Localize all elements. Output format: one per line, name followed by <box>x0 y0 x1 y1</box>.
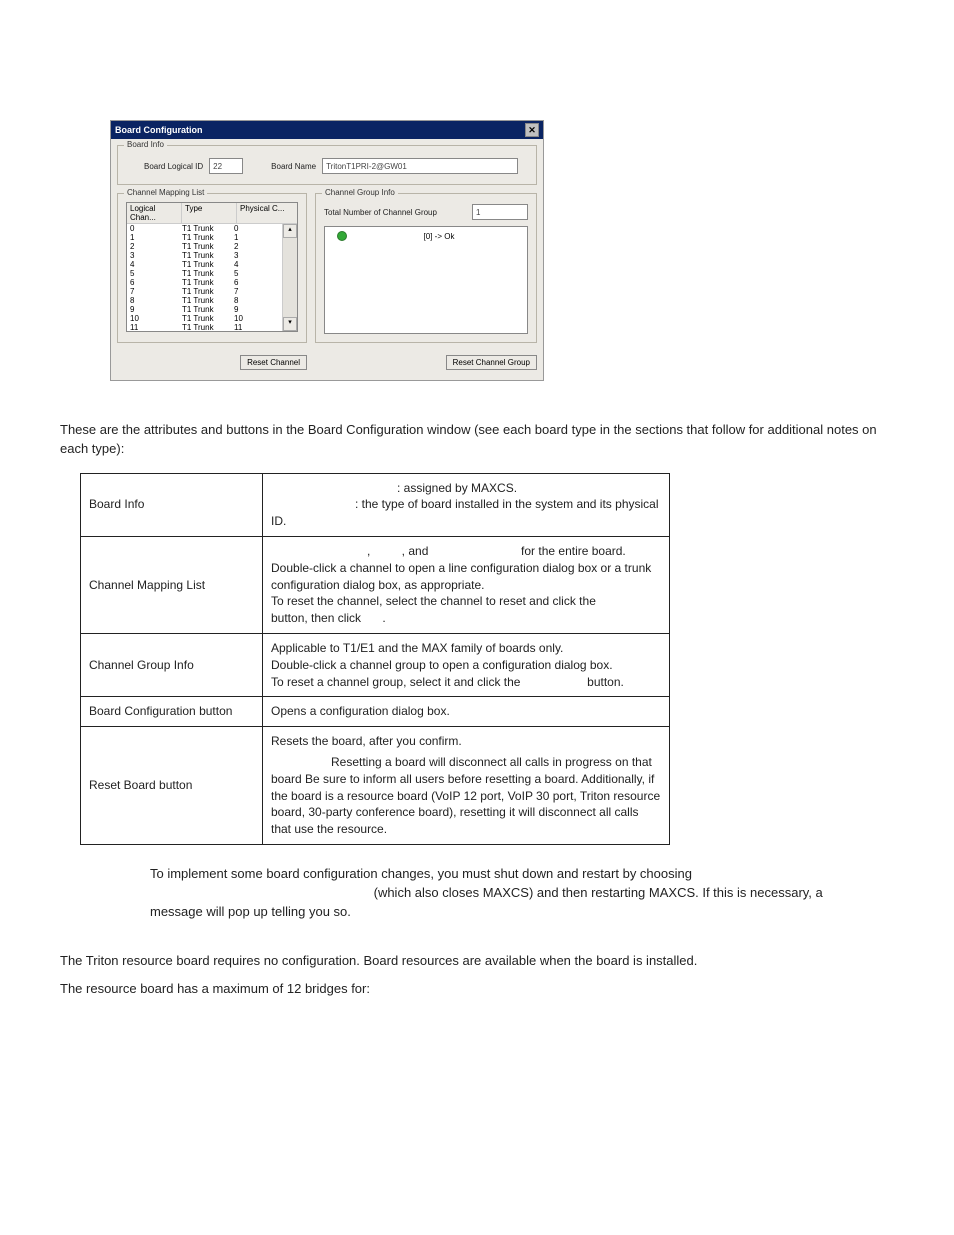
col-logical-chan[interactable]: Logical Chan... <box>127 203 182 223</box>
board-info-group: Board Info Board Logical ID Board Name <box>117 145 537 185</box>
channel-mapping-list[interactable]: Logical Chan... Type Physical C... 0T1 T… <box>126 202 298 332</box>
table-row[interactable]: 8T1 Trunk8 <box>127 296 283 305</box>
intro-paragraph: These are the attributes and buttons in … <box>60 421 894 459</box>
list-header: Logical Chan... Type Physical C... <box>127 203 297 224</box>
channel-mapping-legend: Channel Mapping List <box>124 188 207 197</box>
table-row: Reset Board button Resets the board, aft… <box>81 727 670 845</box>
board-logical-id-label: Board Logical ID <box>144 162 203 171</box>
table-row: Board Configuration button Opens a confi… <box>81 697 670 727</box>
row-label-board-info: Board Info <box>81 473 263 536</box>
channel-mapping-group: Channel Mapping List Logical Chan... Typ… <box>117 193 307 343</box>
scrollbar[interactable]: ▴ ▾ <box>282 224 297 331</box>
table-row[interactable]: 4T1 Trunk4 <box>127 260 283 269</box>
note-block: To implement some board configuration ch… <box>150 865 850 922</box>
row-desc-channel-group: Applicable to T1/E1 and the MAX family o… <box>263 634 670 697</box>
row-label-board-config-btn: Board Configuration button <box>81 697 263 727</box>
scroll-down-icon[interactable]: ▾ <box>283 317 297 331</box>
row-desc-board-info: : assigned by MAXCS. xxxxxxxxxxxxxx: the… <box>263 473 670 536</box>
table-row: Channel Mapping List , , and for the ent… <box>81 537 670 634</box>
col-physical[interactable]: Physical C... <box>237 203 292 223</box>
table-row[interactable]: 9T1 Trunk9 <box>127 305 283 314</box>
table-row[interactable]: 0T1 Trunk0 <box>127 224 283 233</box>
table-row[interactable]: 7T1 Trunk7 <box>127 287 283 296</box>
row-desc-board-config-btn: Opens a configuration dialog box. <box>263 697 670 727</box>
status-ok-icon <box>337 231 347 241</box>
reset-channel-group-button[interactable]: Reset Channel Group <box>446 355 537 370</box>
row-desc-reset-board: Resets the board, after you confirm. Res… <box>263 727 670 845</box>
col-type[interactable]: Type <box>182 203 237 223</box>
board-name-input[interactable] <box>322 158 518 174</box>
table-row[interactable]: 1T1 Trunk1 <box>127 233 283 242</box>
dialog-titlebar: Board Configuration ✕ <box>111 121 543 139</box>
board-info-legend: Board Info <box>124 140 167 149</box>
close-icon[interactable]: ✕ <box>525 123 539 137</box>
bridges-paragraph: The resource board has a maximum of 12 b… <box>60 980 894 999</box>
dialog-title: Board Configuration <box>115 125 203 135</box>
table-row: Channel Group Info Applicable to T1/E1 a… <box>81 634 670 697</box>
channel-group-status: [0] -> Ok <box>355 232 523 241</box>
table-row[interactable]: 11T1 Trunk11 <box>127 323 283 331</box>
channel-group-legend: Channel Group Info <box>322 188 398 197</box>
row-desc-channel-mapping: , , and for the entire board. Double-cli… <box>263 537 670 634</box>
board-logical-id-input[interactable] <box>209 158 243 174</box>
scroll-up-icon[interactable]: ▴ <box>283 224 297 238</box>
channel-group-info: Channel Group Info Total Number of Chann… <box>315 193 537 343</box>
row-label-reset-board: Reset Board button <box>81 727 263 845</box>
table-row: Board Info : assigned by MAXCS. xxxxxxxx… <box>81 473 670 536</box>
attributes-table: Board Info : assigned by MAXCS. xxxxxxxx… <box>80 473 670 845</box>
row-label-channel-group: Channel Group Info <box>81 634 263 697</box>
row-label-channel-mapping: Channel Mapping List <box>81 537 263 634</box>
table-row[interactable]: 3T1 Trunk3 <box>127 251 283 260</box>
table-row[interactable]: 2T1 Trunk2 <box>127 242 283 251</box>
reset-channel-button[interactable]: Reset Channel <box>240 355 307 370</box>
table-row[interactable]: 5T1 Trunk5 <box>127 269 283 278</box>
resource-board-paragraph: The Triton resource board requires no co… <box>60 952 894 971</box>
table-row[interactable]: 10T1 Trunk10 <box>127 314 283 323</box>
channel-group-list[interactable]: [0] -> Ok <box>324 226 528 334</box>
board-configuration-dialog: Board Configuration ✕ Board Info Board L… <box>110 120 544 381</box>
table-row[interactable]: 6T1 Trunk6 <box>127 278 283 287</box>
total-channel-group-label: Total Number of Channel Group <box>324 208 466 217</box>
board-name-label: Board Name <box>271 162 316 171</box>
total-channel-group-input[interactable] <box>472 204 528 220</box>
